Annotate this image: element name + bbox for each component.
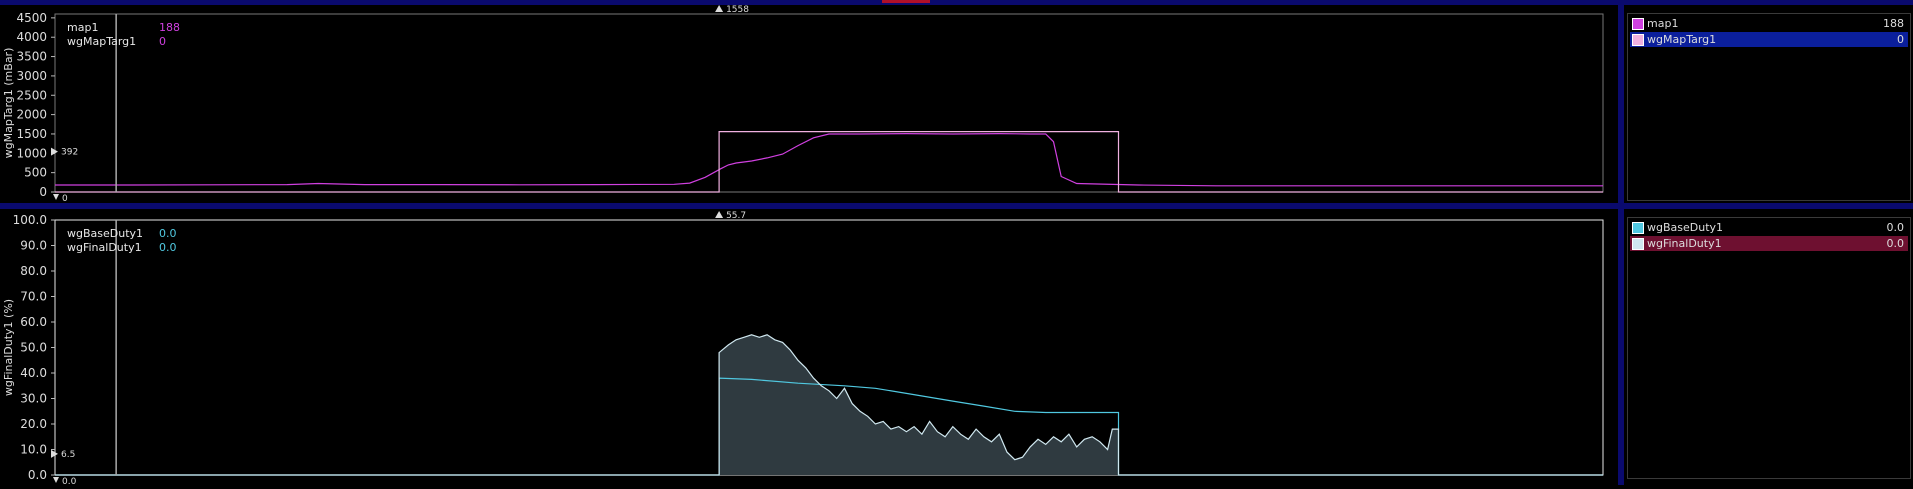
legend-value: 188	[1883, 17, 1904, 30]
readout-value: 188	[159, 21, 180, 34]
y-tick-label: 100.0	[13, 213, 47, 227]
plot-area-border	[54, 13, 1604, 193]
y-tick-label: 90.0	[20, 239, 47, 253]
cursor-marker-label: 1558	[726, 5, 749, 15]
legend-label: wgBaseDuty1	[1647, 221, 1724, 234]
y-tick-label: 70.0	[20, 290, 47, 304]
y-tick-label: 2500	[16, 88, 47, 102]
series-line-map1	[55, 132, 1603, 187]
y-tick-label: 80.0	[20, 264, 47, 278]
y-tick-label: 30.0	[20, 392, 47, 406]
cursor-marker-icon[interactable]	[715, 5, 724, 12]
map1-swatch	[1632, 18, 1644, 30]
readout-value: 0.0	[159, 241, 177, 254]
top-legend: map1 188 wgMapTarg1 0	[1627, 13, 1911, 201]
y-tick-label: 50.0	[20, 341, 47, 355]
y-tick-label: 500	[24, 166, 47, 180]
y-tick-label: 4000	[16, 30, 47, 44]
legend-label: wgMapTarg1	[1647, 33, 1717, 46]
bottom-legend: wgBaseDuty1 0.0 wgFinalDuty1 0.0	[1627, 217, 1911, 479]
top-chart-panel[interactable]: 0 500 1000 1500 2000 2500 3000 3500 4000 4500 wgMa…	[0, 5, 1618, 204]
top-accent-mark	[882, 0, 930, 3]
y-tick-label: 40.0	[20, 366, 47, 380]
bottom-legend-panel: wgBaseDuty1 0.0 wgFinalDuty1 0.0	[1624, 209, 1913, 485]
bottom-chart-panel[interactable]: 0.0 10.0 20.0 30.0 40.0 50.0 60.0 70.0 80.0 90.0 1…	[0, 209, 1618, 487]
series-area-wgFinalDuty1	[55, 334, 1603, 475]
y-axis-label: wgMapTarg1 (mBar)	[2, 48, 15, 159]
readout-name: wgBaseDuty1	[67, 227, 143, 240]
y-tick-label: 20.0	[20, 417, 47, 431]
wgBaseDuty1-swatch	[1632, 222, 1644, 234]
zero-marker-label: 0	[62, 194, 68, 203]
wgMapTarg1-swatch	[1632, 34, 1644, 46]
series-line-wgMapTarg1	[55, 131, 1603, 193]
cursor-marker-label: 55.7	[726, 211, 746, 221]
readout-value: 0	[159, 35, 166, 48]
legend-value: 0	[1897, 33, 1904, 46]
legend-item-wgFinalDuty1[interactable]: wgFinalDuty1 0.0	[1630, 236, 1908, 251]
y-tick-label: 3500	[16, 50, 47, 64]
y-tick-label: 4500	[16, 11, 47, 25]
readout-name: wgFinalDuty1	[67, 241, 142, 254]
legend-value: 0.0	[1886, 237, 1905, 250]
y-tick-label: 0.0	[28, 468, 47, 482]
ref-marker-label: 6.5	[61, 450, 75, 460]
readout-name: map1	[67, 21, 98, 34]
bottom-chart[interactable]: 0.0 10.0 20.0 30.0 40.0 50.0 60.0 70.0 80.0 90.0 1…	[0, 209, 1618, 487]
y-tick-label: 1500	[16, 127, 47, 141]
ref-marker-label: 392	[61, 148, 78, 158]
legend-label: wgFinalDuty1	[1647, 237, 1722, 250]
legend-label: map1	[1647, 17, 1679, 30]
legend-item-wgMapTarg1[interactable]: wgMapTarg1 0	[1630, 32, 1908, 47]
y-tick-label: 1000	[16, 146, 47, 160]
zero-marker-icon	[53, 194, 59, 200]
zero-marker-label: 0.0	[62, 477, 77, 485]
y-tick-label: 0	[39, 185, 47, 199]
legend-value: 0.0	[1886, 221, 1905, 234]
legend-item-map1[interactable]: map1 188	[1630, 16, 1908, 31]
y-axis-label: wgFinalDuty1 (%)	[2, 299, 15, 396]
readout-value: 0.0	[159, 227, 177, 240]
top-chart[interactable]: 0 500 1000 1500 2000 2500 3000 3500 4000 4500 wgMa…	[0, 5, 1618, 204]
legend-item-wgBaseDuty1[interactable]: wgBaseDuty1 0.0	[1630, 220, 1908, 235]
y-tick-label: 2000	[16, 108, 47, 122]
cursor-marker-icon[interactable]	[715, 211, 724, 218]
y-tick-label: 60.0	[20, 315, 47, 329]
y-tick-label: 3000	[16, 69, 47, 83]
readout-name: wgMapTarg1	[67, 35, 136, 48]
y-tick-label: 10.0	[20, 443, 47, 457]
wgFinalDuty1-swatch	[1632, 238, 1644, 250]
top-legend-panel: map1 188 wgMapTarg1 0	[1624, 5, 1913, 203]
zero-marker-icon	[53, 477, 59, 483]
